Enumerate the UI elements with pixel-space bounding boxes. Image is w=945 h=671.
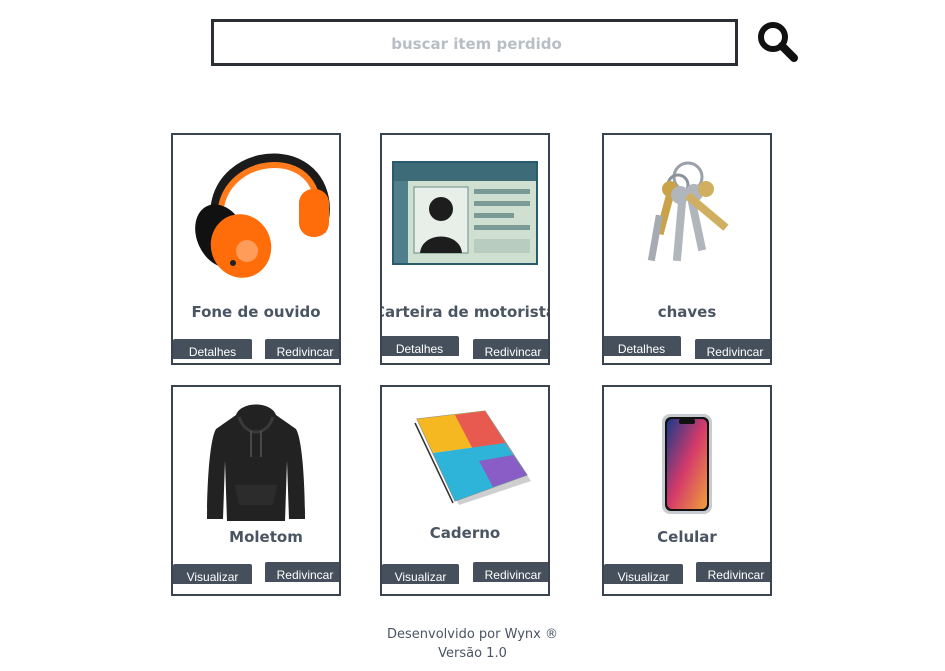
- driver-license-image: [382, 161, 548, 265]
- redivincar-button[interactable]: Redivincar: [473, 562, 548, 582]
- redivincar-button[interactable]: Redivincar: [696, 562, 770, 582]
- footer-version: Versão 1.0: [438, 646, 507, 661]
- details-button[interactable]: Detalhes: [382, 336, 459, 356]
- keys-image: [604, 155, 770, 271]
- item-title: Moletom: [229, 528, 303, 546]
- search-button[interactable]: [756, 20, 800, 64]
- item-title: chaves: [657, 303, 717, 321]
- hoodie-image: [173, 401, 339, 525]
- view-button[interactable]: Visualizar: [382, 564, 459, 584]
- redivincar-button[interactable]: Redivincar: [265, 562, 339, 582]
- item-title: Carteira de motorista: [380, 303, 550, 321]
- redivincar-button[interactable]: Redivincar: [265, 339, 339, 359]
- item-title: Celular: [657, 528, 717, 546]
- item-card: Carteira de motorista Detalhes Redivinca…: [380, 133, 550, 365]
- redivincar-button[interactable]: Redivincar: [695, 339, 770, 359]
- smartphone-image: [604, 413, 770, 515]
- headphones-image: [173, 141, 339, 281]
- details-button[interactable]: Detalhes: [604, 336, 681, 356]
- view-button[interactable]: Visualizar: [604, 564, 683, 584]
- item-title: Caderno: [429, 524, 501, 542]
- item-card: Caderno Visualizar Redivincar: [380, 385, 550, 596]
- search-box[interactable]: [211, 19, 739, 66]
- search-icon: [758, 22, 798, 62]
- item-card: Celular Visualizar Redivincar: [602, 385, 772, 596]
- item-card: chaves Detalhes Redivincar: [602, 133, 772, 365]
- details-button[interactable]: Detalhes: [173, 339, 252, 359]
- item-card: Fone de ouvido Detalhes Redivincar: [171, 133, 341, 365]
- item-card: Moletom Visualizar Redivincar: [171, 385, 341, 596]
- search-input[interactable]: [214, 22, 739, 65]
- view-button[interactable]: Visualizar: [173, 564, 252, 584]
- redivincar-button[interactable]: Redivincar: [473, 339, 548, 359]
- footer-credit: Desenvolvido por Wynx ®: [387, 627, 558, 642]
- notebook-image: [382, 409, 548, 509]
- item-title: Fone de ouvido: [191, 303, 321, 321]
